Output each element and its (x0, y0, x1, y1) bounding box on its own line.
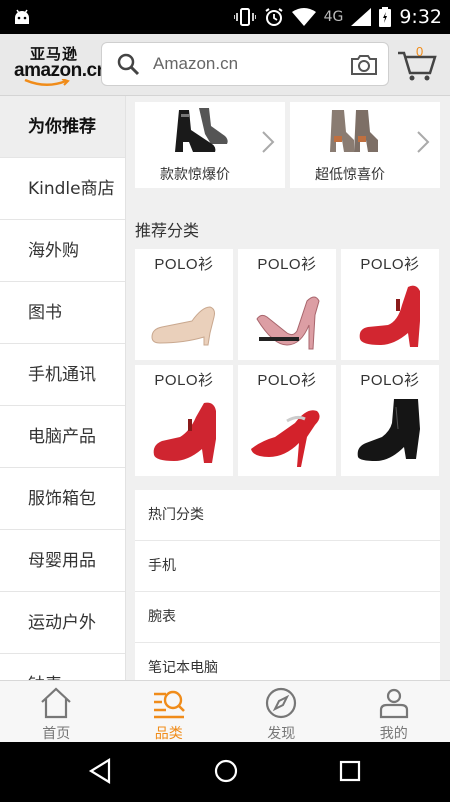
user-icon (379, 688, 408, 719)
chevron-right-icon (417, 131, 430, 153)
sidebar-item-apparel[interactable]: 服饰箱包 (0, 468, 125, 530)
category-tile[interactable]: POLO衫 (238, 249, 336, 360)
wifi-icon (291, 8, 316, 26)
promo-card-bargain[interactable]: 超低惊喜价 (290, 102, 440, 188)
system-nav-bar (0, 742, 450, 802)
search-input[interactable]: Amazon.cn (153, 54, 238, 74)
compass-icon (266, 687, 297, 719)
signal-icon (351, 8, 372, 26)
clock: 9:32 (399, 6, 442, 28)
amazon-smile-icon (24, 79, 70, 86)
category-content: 款款惊爆价 超低惊喜价 推荐分类 POLO衫 POLO衫 POLO衫 POLO衫… (126, 96, 450, 680)
vibrate-icon (233, 8, 256, 26)
tab-label: 品类 (154, 726, 183, 742)
sidebar-item-phones[interactable]: 手机通讯 (0, 344, 125, 406)
alarm-icon (265, 8, 283, 26)
tile-label: POLO衫 (154, 256, 214, 273)
shoe-image (151, 306, 215, 346)
tab-discover[interactable]: 发现 (225, 681, 338, 742)
tab-home[interactable]: 首页 (0, 681, 113, 742)
sidebar-item-overseas[interactable]: 海外购 (0, 220, 125, 282)
home-nav-icon[interactable] (213, 758, 239, 784)
app-header: 亚马逊 amazon.cn Amazon.cn 0 (0, 34, 450, 96)
sidebar-item-watches[interactable]: 钟表 (0, 654, 125, 680)
sidebar-item-baby[interactable]: 母婴用品 (0, 530, 125, 592)
status-bar: 4G 9:32 (0, 0, 450, 34)
tile-label: POLO衫 (257, 256, 317, 273)
tab-profile[interactable]: 我的 (338, 681, 450, 742)
camera-icon[interactable] (350, 52, 378, 76)
category-tile[interactable]: POLO衫 (341, 249, 439, 360)
shoe-image (153, 402, 216, 463)
list-item[interactable]: 腕表 (135, 592, 440, 643)
promo-label: 超低惊喜价 (315, 167, 385, 183)
shoe-image (251, 410, 320, 467)
promo-label: 款款惊爆价 (160, 167, 230, 183)
back-icon[interactable] (88, 758, 112, 784)
search-icon (117, 53, 140, 76)
category-tile[interactable]: POLO衫 (238, 365, 336, 476)
promo-card-deals[interactable]: 款款惊爆价 (135, 102, 285, 188)
tile-label: POLO衫 (360, 256, 420, 273)
boots-image (175, 108, 228, 152)
list-item[interactable]: 手机 (135, 541, 440, 592)
section-title: 推荐分类 (135, 221, 200, 240)
tab-categories[interactable]: 品类 (113, 681, 226, 742)
list-item[interactable]: 热门分类 (135, 490, 440, 541)
boots-image (330, 110, 378, 152)
hot-category-list: 热门分类 手机 腕表 笔记本电脑 (135, 490, 440, 680)
sidebar-item-sports[interactable]: 运动户外 (0, 592, 125, 654)
tab-label: 我的 (379, 726, 408, 742)
recents-icon[interactable] (339, 760, 361, 782)
shoe-image (359, 285, 420, 347)
sidebar-item-kindle[interactable]: Kindle商店 (0, 158, 125, 220)
category-search-icon (153, 690, 185, 719)
network-type: 4G (323, 9, 344, 25)
category-tile[interactable]: POLO衫 (135, 249, 233, 360)
shoe-image (357, 399, 420, 461)
sidebar-item-recommend[interactable]: 为你推荐 (0, 96, 125, 158)
amazon-logo[interactable]: 亚马逊 amazon.cn (14, 43, 108, 87)
category-tile[interactable]: POLO衫 (135, 365, 233, 476)
tab-label: 首页 (42, 726, 71, 742)
search-bar[interactable]: Amazon.cn (101, 42, 389, 86)
bottom-tab-bar: 首页 品类 发现 我的 (0, 680, 450, 742)
tab-label: 发现 (267, 726, 296, 742)
category-tile[interactable]: POLO衫 (341, 365, 439, 476)
android-icon (15, 9, 29, 24)
sidebar-item-computers[interactable]: 电脑产品 (0, 406, 125, 468)
cart-count: 0 (416, 44, 424, 59)
tile-label: POLO衫 (360, 372, 420, 389)
tile-label: POLO衫 (154, 372, 214, 389)
cart-button[interactable]: 0 (396, 44, 440, 85)
battery-icon (379, 7, 392, 27)
sidebar-item-books[interactable]: 图书 (0, 282, 125, 344)
shoe-image (256, 296, 320, 350)
tile-label: POLO衫 (257, 372, 317, 389)
category-sidebar: 为你推荐 Kindle商店 海外购 图书 手机通讯 电脑产品 服饰箱包 母婴用品… (0, 96, 126, 680)
home-icon (41, 687, 71, 719)
chevron-right-icon (262, 131, 275, 153)
list-item[interactable]: 笔记本电脑 (135, 643, 440, 680)
